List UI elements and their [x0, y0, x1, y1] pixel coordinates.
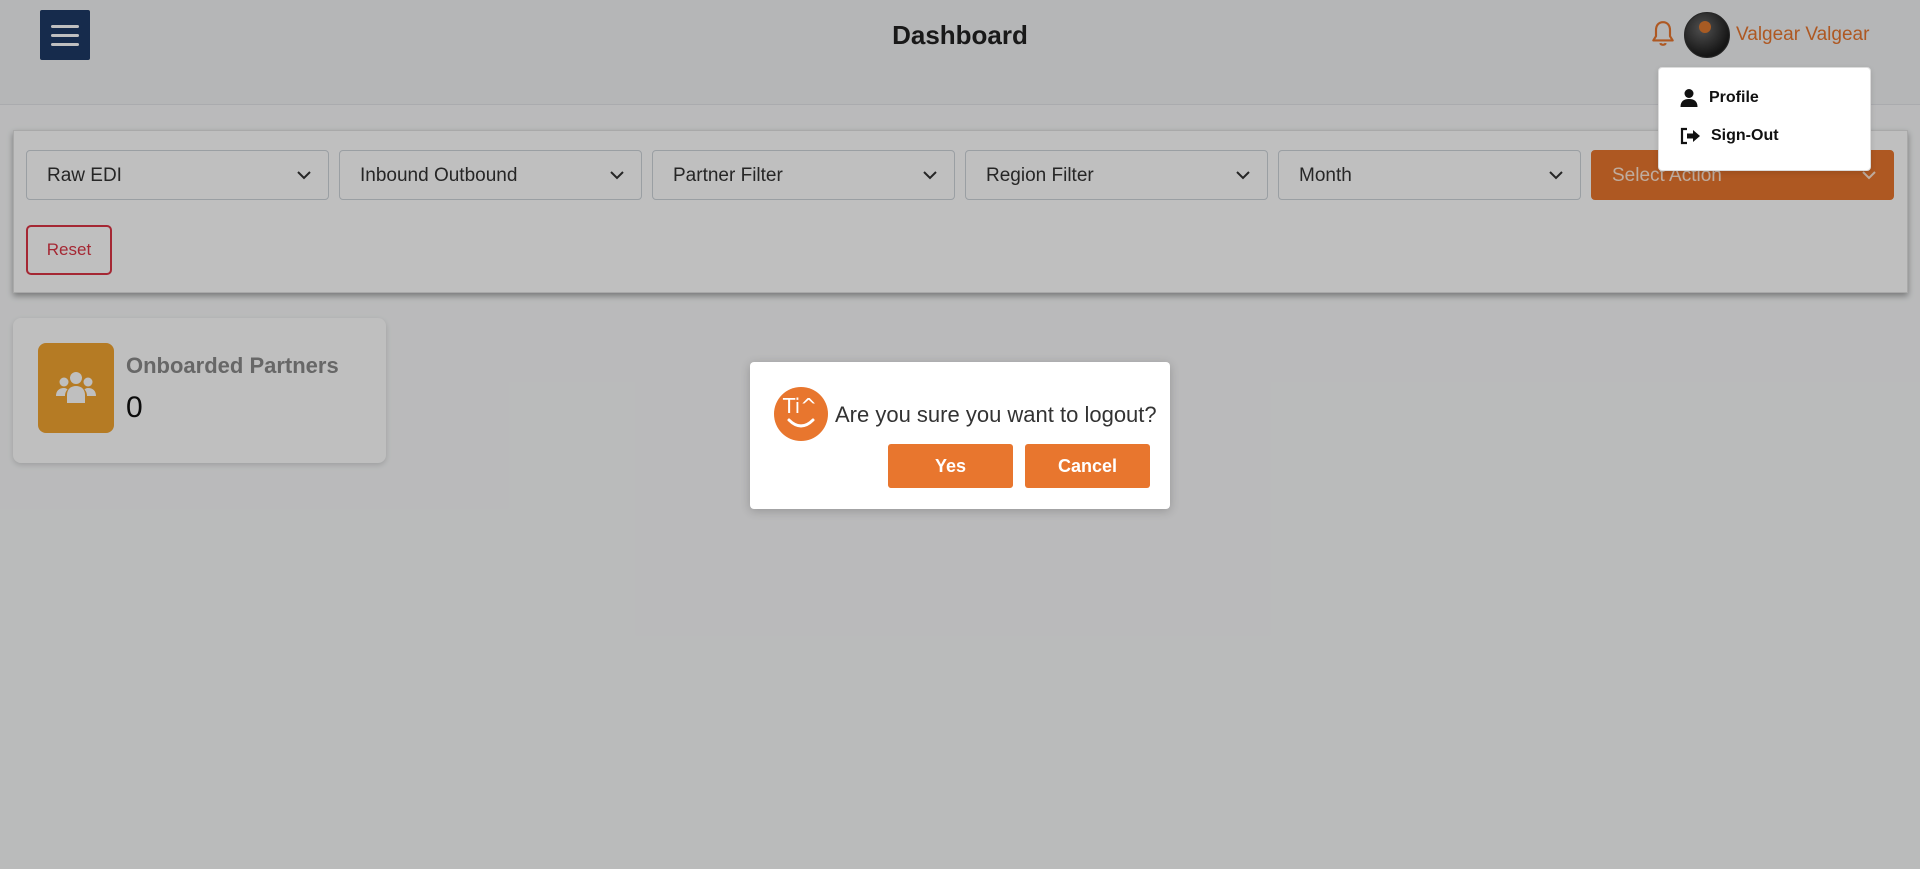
sign-out-menu-label: Sign-Out — [1711, 127, 1779, 144]
sign-out-icon — [1680, 127, 1700, 145]
yes-button[interactable]: Yes — [888, 444, 1013, 488]
profile-menu-item[interactable]: Profile — [1679, 88, 1759, 108]
profile-menu-label: Profile — [1709, 89, 1759, 106]
user-dropdown-menu: Profile Sign-Out — [1658, 67, 1871, 171]
tia-logo-icon: Ti^ — [774, 387, 828, 441]
logo-text: Ti^ — [782, 394, 817, 418]
logout-confirm-dialog: Ti^ Are you sure you want to logout? Yes… — [750, 362, 1170, 509]
user-icon — [1680, 89, 1698, 107]
sign-out-menu-item[interactable]: Sign-Out — [1679, 127, 1779, 145]
cancel-button[interactable]: Cancel — [1025, 444, 1150, 488]
logout-message: Are you sure you want to logout? — [835, 402, 1157, 427]
